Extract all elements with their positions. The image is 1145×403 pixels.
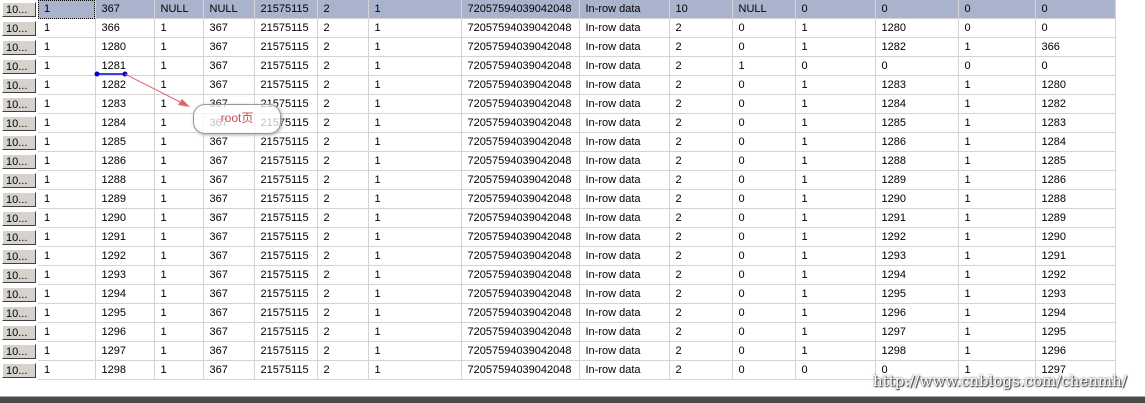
- annotation-callout: root页: [193, 104, 281, 134]
- arrow-head-icon: [178, 99, 190, 107]
- highlight-handle: [94, 71, 100, 77]
- annotation-overlay: [94, 71, 190, 107]
- arrow-line: [124, 73, 189, 107]
- watermark: http://www.cnblogs.com/chenmh/: [873, 372, 1127, 390]
